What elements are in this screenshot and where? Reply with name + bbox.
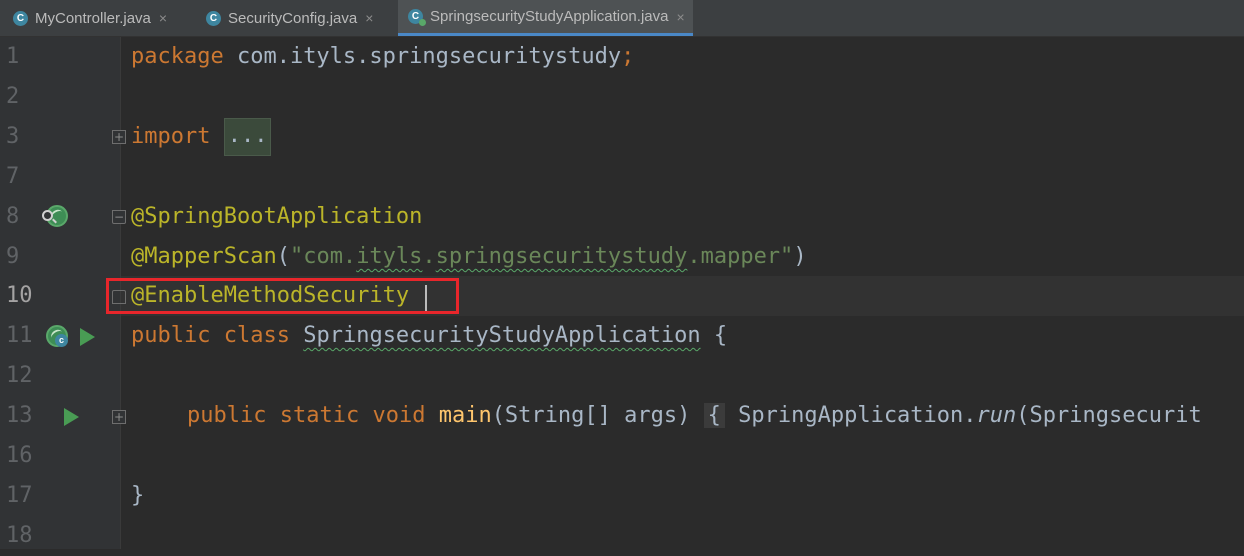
class-icon: c xyxy=(55,334,68,347)
annotation: @SpringBootApplication xyxy=(131,204,423,229)
highlight-box xyxy=(106,278,459,314)
fold-collapse-icon[interactable]: − xyxy=(112,210,126,224)
line-number: 13 xyxy=(6,403,33,428)
line-number: 11 xyxy=(6,323,33,348)
code-line-17: } xyxy=(131,476,144,516)
line-number: 10 xyxy=(6,283,33,308)
annotation: @MapperScan xyxy=(131,244,277,269)
code-line-11: public class SpringsecurityStudyApplicat… xyxy=(131,316,727,356)
parameters: (String[] args) xyxy=(491,403,691,428)
fold-expand-icon[interactable]: + xyxy=(112,410,126,424)
keyword: public xyxy=(131,323,211,348)
tab-springsecuritystudyapplication[interactable]: C SpringsecurityStudyApplication.java × xyxy=(398,0,693,36)
class-name: SpringsecurityStudyApplication xyxy=(303,323,701,348)
string: springsecuritystudy xyxy=(435,244,688,269)
line-number: 1 xyxy=(6,44,20,69)
line-number: 2 xyxy=(6,84,20,109)
editor-tab-bar: C MyController.java × C SecurityConfig.j… xyxy=(0,0,1244,37)
find-usages-icon[interactable] xyxy=(42,210,53,221)
brace: } xyxy=(131,483,145,508)
line-number: 8 xyxy=(6,204,20,229)
folded-imports[interactable]: ... xyxy=(223,118,272,156)
line-number: 3 xyxy=(6,124,20,149)
package-name: com.ityls.springsecuritystudy xyxy=(223,44,622,69)
line-number: 18 xyxy=(6,523,33,548)
class-icon: C xyxy=(206,10,221,26)
paren: ( xyxy=(276,244,290,269)
paren: ) xyxy=(793,244,807,269)
tab-label: MyController.java xyxy=(35,9,151,27)
keyword: class xyxy=(223,323,290,348)
code-line-13: public static void main(String[] args) {… xyxy=(187,396,1202,436)
tab-mycontroller[interactable]: C MyController.java × xyxy=(13,0,167,36)
spring-class-icon: C xyxy=(408,9,426,26)
line-number: 7 xyxy=(6,164,20,189)
tab-label: SpringsecurityStudyApplication.java xyxy=(430,8,669,25)
close-icon[interactable]: × xyxy=(365,10,373,26)
keyword: void xyxy=(372,403,426,428)
string: "com. xyxy=(289,244,357,269)
close-icon[interactable]: × xyxy=(159,10,167,26)
code-line-9: @MapperScan("com.ityls.springsecuritystu… xyxy=(131,237,807,277)
string: . xyxy=(422,244,436,269)
code-line-3: import ... xyxy=(131,117,272,157)
keyword: package xyxy=(131,44,224,69)
method-name: main xyxy=(438,403,492,428)
string: .mapper" xyxy=(687,244,794,269)
code-line-8: @SpringBootApplication xyxy=(131,197,422,237)
keyword: import xyxy=(131,124,211,149)
close-icon[interactable]: × xyxy=(676,9,684,25)
call-args: (Springsecurit xyxy=(1016,403,1202,428)
keyword: static xyxy=(279,403,360,428)
class-icon: C xyxy=(13,10,28,26)
call-target: SpringApplication. xyxy=(724,403,977,428)
method-call: run xyxy=(976,403,1017,428)
line-number: 17 xyxy=(6,483,33,508)
fold-expand-icon[interactable]: + xyxy=(112,130,126,144)
line-number: 12 xyxy=(6,363,33,388)
code-line-1: package com.ityls.springsecuritystudy; xyxy=(131,37,634,77)
line-number: 16 xyxy=(6,443,33,468)
folded-brace[interactable]: { xyxy=(703,403,725,428)
tab-label: SecurityConfig.java xyxy=(228,9,358,27)
string: ityls xyxy=(356,244,423,269)
brace: { xyxy=(700,323,728,348)
semicolon: ; xyxy=(621,44,635,69)
run-icon[interactable] xyxy=(80,328,95,346)
line-number: 9 xyxy=(6,244,20,269)
keyword: public xyxy=(187,403,267,428)
tab-securityconfig[interactable]: C SecurityConfig.java × xyxy=(206,0,373,36)
run-icon[interactable] xyxy=(64,408,79,426)
